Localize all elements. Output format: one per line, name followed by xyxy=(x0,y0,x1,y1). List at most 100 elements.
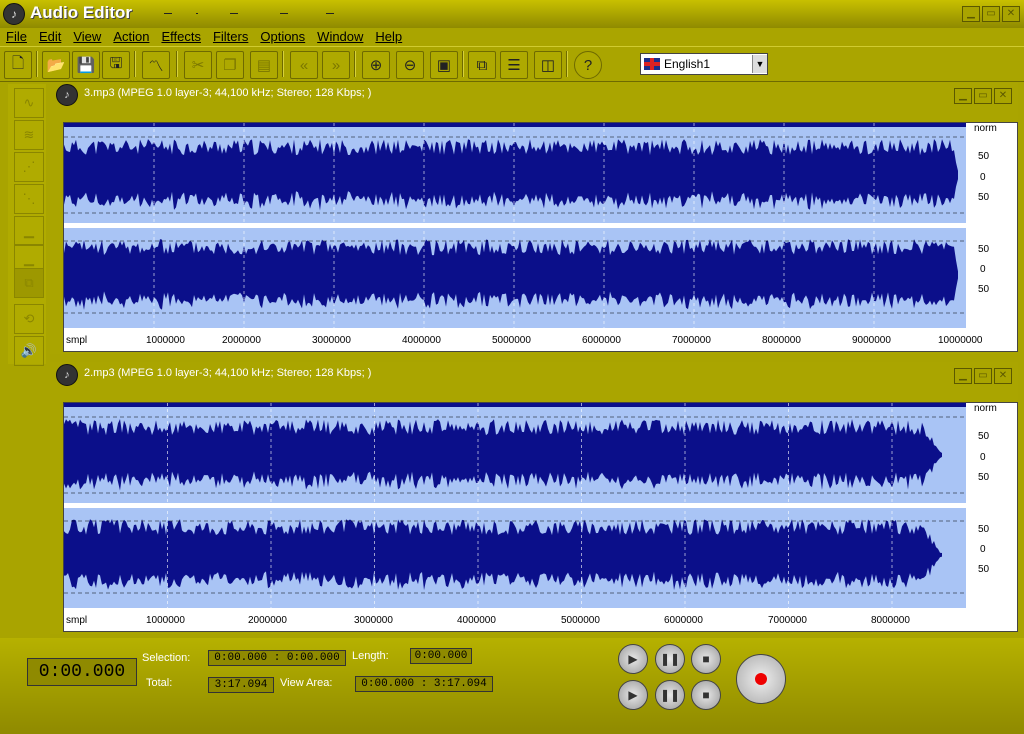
play-icon: ▶ xyxy=(628,652,638,666)
vscale-label: 0 xyxy=(980,452,986,463)
waveform-area[interactable]: norm 50 0 50 50 0 50 smpl 1000000 200000… xyxy=(63,402,1018,632)
track-close-button[interactable]: ✕ xyxy=(994,368,1012,384)
vscale-label: 50 xyxy=(978,564,990,575)
copy-button[interactable]: ❐ xyxy=(216,51,244,79)
track-minimize-button[interactable]: ▁ xyxy=(954,368,972,384)
cut-button[interactable]: ✂ xyxy=(184,51,212,79)
menu-file[interactable]: File xyxy=(0,28,33,46)
track-panel-2: ♪ 2.mp3 (MPEG 1.0 layer-3; 44,100 kHz; S… xyxy=(50,362,1018,634)
total-label: Total: xyxy=(146,677,173,689)
app-logo-icon: ♪ xyxy=(3,3,25,25)
current-time-display: 0:00.000 xyxy=(27,658,137,686)
save-as-button[interactable]: 🖫 xyxy=(102,51,130,79)
selection-value: 0:00.000 : 0:00.000 xyxy=(208,650,346,666)
select-tool-button[interactable]: ⧉ xyxy=(14,268,44,298)
tile-vertical-button[interactable]: ◫ xyxy=(534,51,562,79)
echo-tool-button[interactable]: ⋱ xyxy=(14,184,44,214)
ruler-tick-label: 7000000 xyxy=(672,335,711,346)
stop-button[interactable]: ■ xyxy=(691,644,721,674)
undo-button[interactable]: « xyxy=(290,51,318,79)
save-button[interactable]: 💾 xyxy=(72,51,100,79)
loop-tool-button[interactable]: ⟲ xyxy=(14,304,44,334)
menu-window[interactable]: Window xyxy=(311,28,369,46)
stop-selection-button[interactable]: ■ xyxy=(691,680,721,710)
track-close-button[interactable]: ✕ xyxy=(994,88,1012,104)
redo-icon: » xyxy=(331,56,341,74)
track-title: 3.mp3 (MPEG 1.0 layer-3; 44,100 kHz; Ste… xyxy=(84,87,372,99)
ruler-tick-label: 5000000 xyxy=(561,615,600,626)
timeline-bar xyxy=(64,123,966,127)
pause-button[interactable]: ❚❚ xyxy=(655,644,685,674)
copy-icon: ❐ xyxy=(223,57,237,74)
view-area-value: 0:00.000 : 3:17.094 xyxy=(355,676,493,692)
ruler-tick-label: 4000000 xyxy=(457,615,496,626)
ruler-tick-label: 6000000 xyxy=(664,615,703,626)
help-button[interactable]: ? xyxy=(574,51,602,79)
chevron-down-icon[interactable]: ▼ xyxy=(752,55,767,73)
track-maximize-button[interactable]: ▭ xyxy=(974,88,992,104)
record-button[interactable] xyxy=(736,654,786,704)
play-selection-button[interactable]: ▶ xyxy=(618,680,648,710)
amplify-tool-button[interactable]: ≋ xyxy=(14,120,44,150)
silence-tool-button[interactable]: ▁ xyxy=(14,216,44,246)
minimize-button[interactable]: ▁ xyxy=(962,6,980,22)
menu-edit[interactable]: Edit xyxy=(33,28,67,46)
help-icon: ? xyxy=(583,56,593,74)
menu-filters[interactable]: Filters xyxy=(207,28,254,46)
zoom-out-button[interactable]: ⊖ xyxy=(396,51,424,79)
wave-icon: ∿ xyxy=(23,95,35,110)
pause-loop-icon: ❚❚ xyxy=(659,688,681,702)
ruler-tick-label: 8000000 xyxy=(871,615,910,626)
amplify-icon: ≋ xyxy=(23,127,35,142)
maximize-button[interactable]: ▭ xyxy=(982,6,1000,22)
open-file-button[interactable]: 📂 xyxy=(42,51,70,79)
app-title: Audio Editor xyxy=(30,3,132,22)
open-folder-icon: 📂 xyxy=(46,57,66,74)
spectrum-icon: 〽 xyxy=(148,57,164,75)
menu-view[interactable]: View xyxy=(67,28,107,46)
vertical-scale-bg xyxy=(966,123,1017,328)
waveform-chart[interactable]: norm 50 0 50 50 0 50 smpl 1000000 200000… xyxy=(64,403,1017,631)
track-maximize-button[interactable]: ▭ xyxy=(974,368,992,384)
zoom-in-button[interactable]: ⊕ xyxy=(362,51,390,79)
ruler-tick-label: 1000000 xyxy=(146,615,185,626)
close-button[interactable]: ✕ xyxy=(1002,6,1020,22)
paste-icon: ▤ xyxy=(256,57,272,74)
paste-button[interactable]: ▤ xyxy=(250,51,278,79)
menu-options[interactable]: Options xyxy=(254,28,311,46)
waveform-chart[interactable]: norm 50 0 50 50 0 50 smpl 1000000 200000… xyxy=(64,123,1017,351)
play-button[interactable]: ▶ xyxy=(618,644,648,674)
vscale-label: 50 xyxy=(978,192,990,203)
new-file-button[interactable]: 🗋 xyxy=(4,51,32,79)
total-value: 3:17.094 xyxy=(208,677,274,693)
redo-button[interactable]: » xyxy=(322,51,350,79)
fade-tool-button[interactable]: ⋰ xyxy=(14,152,44,182)
track-header: ♪ 2.mp3 (MPEG 1.0 layer-3; 44,100 kHz; S… xyxy=(50,362,1018,386)
spectrum-button[interactable]: 〽 xyxy=(142,51,170,79)
vscale-label: 50 xyxy=(978,151,990,162)
cascade-button[interactable]: ⧉ xyxy=(468,51,496,79)
pause-selection-button[interactable]: ❚❚ xyxy=(655,680,685,710)
waveform-area[interactable]: norm 50 0 50 50 0 50 smpl 1000000 200000… xyxy=(63,122,1018,352)
language-select[interactable]: English1 ▼ xyxy=(640,53,768,75)
norm-label: norm xyxy=(974,403,997,414)
select-icon: ⧉ xyxy=(24,275,34,290)
title-divider xyxy=(164,13,172,14)
tile-horizontal-button[interactable]: ☰ xyxy=(500,51,528,79)
save-as-icon: 🖫 xyxy=(109,54,123,72)
volume-tool-button[interactable]: 🔊 xyxy=(14,336,44,366)
loop-icon: ⟲ xyxy=(23,311,35,326)
vscale-label: 0 xyxy=(980,264,986,275)
music-note-icon: ♪ xyxy=(56,84,78,106)
undo-icon: « xyxy=(299,56,309,74)
track-minimize-button[interactable]: ▁ xyxy=(954,88,972,104)
menu-action[interactable]: Action xyxy=(107,28,155,46)
menu-help[interactable]: Help xyxy=(369,28,408,46)
trim-icon: ▁ xyxy=(24,251,34,266)
toolbar-separator xyxy=(566,51,568,77)
wave-tool-button[interactable]: ∿ xyxy=(14,88,44,118)
view-area-label: View Area: xyxy=(280,677,333,689)
zoom-fit-button[interactable]: ▣ xyxy=(430,51,458,79)
menu-effects[interactable]: Effects xyxy=(155,28,207,46)
ruler-tick-label: 7000000 xyxy=(768,615,807,626)
